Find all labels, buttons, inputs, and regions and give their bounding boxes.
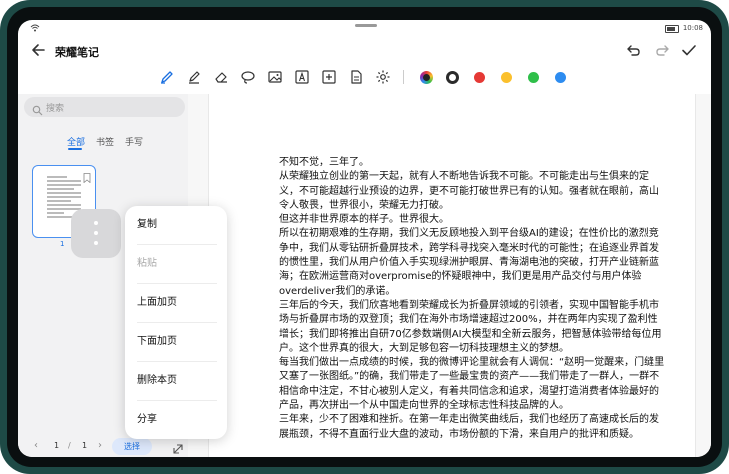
status-bar: 10:08	[18, 20, 711, 38]
filter-tab-bookmarks[interactable]: 书签	[96, 135, 114, 148]
status-time: 10:08	[682, 24, 703, 32]
paragraph: 所以在初期艰难的生存期，我们义无反顾地投入到平台级AI的建设；在性价比的激烈竞争…	[279, 228, 659, 297]
title-bar: 荣耀笔记	[18, 38, 711, 66]
color-swatch-blue[interactable]	[555, 72, 566, 83]
expand-icon[interactable]	[172, 440, 184, 454]
page-navigator: ‹ 1 / 1 › 选择	[18, 436, 188, 456]
document-icon[interactable]	[348, 69, 364, 85]
note-canvas: 不知不觉，三年了。 从荣耀独立创业的第一天起，就有人不断地告诉我不可能。不可能走…	[188, 94, 711, 457]
menu-item-delete-page[interactable]: 删除本页	[137, 362, 217, 400]
color-swatch-black[interactable]	[446, 71, 459, 84]
select-button[interactable]: 选择	[112, 438, 152, 455]
pager-total: 1	[82, 441, 88, 450]
undo-icon[interactable]	[626, 42, 642, 58]
app-title: 荣耀笔记	[55, 46, 99, 59]
back-arrow-icon[interactable]	[30, 42, 46, 58]
pen-icon[interactable]	[159, 69, 175, 85]
note-page[interactable]: 不知不觉，三年了。 从荣耀独立创业的第一天起，就有人不断地告诉我不可能。不可能走…	[208, 94, 696, 457]
toolbar-divider	[403, 70, 404, 84]
next-page-icon[interactable]: ›	[98, 440, 102, 451]
note-body: 不知不觉，三年了。 从荣耀独立创业的第一天起，就有人不断地告诉我不可能。不可能走…	[279, 156, 665, 442]
page-thumbnail-number: 1	[60, 240, 65, 248]
paragraph: 每当我们做出一点成绩的时候，我的微博评论里就会有人调侃：“赵明一觉醒来，门缝里又…	[279, 357, 665, 412]
screen: 10:08 荣耀笔记 搜索 全部 书签 手写 1 ‹ 1 / 1 › 选择 不知…	[18, 20, 711, 457]
insert-icon[interactable]	[321, 69, 337, 85]
done-check-icon[interactable]	[681, 42, 697, 58]
pager-current: 1	[54, 441, 60, 450]
paragraph: 三年来，少不了困难和挫折。在第一年走出微笑曲线后，我们也经历了高速成长后的发展瓶…	[279, 414, 659, 440]
bookmark-icon[interactable]	[83, 168, 91, 184]
paragraph: 从荣耀独立创业的第一天起，就有人不断地告诉我不可能。不可能走出与生俱来的定义，不…	[279, 171, 659, 211]
menu-item-share[interactable]: 分享	[137, 401, 217, 439]
paragraph: 但这并非世界原本的样子。世界很大。	[279, 214, 449, 226]
search-icon	[32, 101, 43, 116]
color-picker-icon[interactable]	[420, 71, 433, 84]
previous-page-icon[interactable]: ‹	[34, 440, 38, 451]
menu-item-paste[interactable]: 粘贴	[137, 245, 217, 283]
text-box-icon[interactable]	[294, 69, 310, 85]
eraser-icon[interactable]	[213, 69, 229, 85]
page-more-button[interactable]	[71, 209, 121, 258]
pager-separator: /	[68, 441, 71, 450]
filter-tab-handwriting[interactable]: 手写	[125, 135, 143, 148]
paragraph: 不知不觉，三年了。	[279, 157, 369, 168]
redo-icon[interactable]	[654, 42, 670, 58]
more-vertical-icon	[94, 221, 98, 246]
filter-tab-all[interactable]: 全部	[67, 135, 85, 148]
image-icon[interactable]	[267, 69, 283, 85]
color-swatch-red[interactable]	[474, 72, 485, 83]
search-input[interactable]: 搜索	[24, 97, 185, 117]
battery-icon	[665, 25, 679, 33]
paragraph: 三年后的今天，我们欣喜地看到荣耀成长为折叠屏领域的引领者，实现中国智能手机市场与…	[279, 299, 662, 354]
color-swatch-yellow[interactable]	[501, 72, 512, 83]
lasso-icon[interactable]	[240, 69, 256, 85]
wifi-icon	[30, 24, 40, 34]
multitask-handle[interactable]	[355, 24, 377, 27]
color-swatch-green[interactable]	[528, 72, 539, 83]
settings-icon[interactable]	[375, 69, 391, 85]
drawing-toolbar	[18, 68, 711, 90]
search-placeholder: 搜索	[46, 104, 65, 114]
highlighter-icon[interactable]	[186, 69, 202, 85]
menu-item-add-page-below[interactable]: 下面加页	[137, 323, 217, 361]
menu-item-add-page-above[interactable]: 上面加页	[137, 284, 217, 322]
active-tab-indicator	[68, 148, 82, 150]
menu-item-copy[interactable]: 复制	[137, 206, 217, 244]
page-context-menu: 复制 粘贴 上面加页 下面加页 删除本页 分享	[125, 206, 227, 439]
